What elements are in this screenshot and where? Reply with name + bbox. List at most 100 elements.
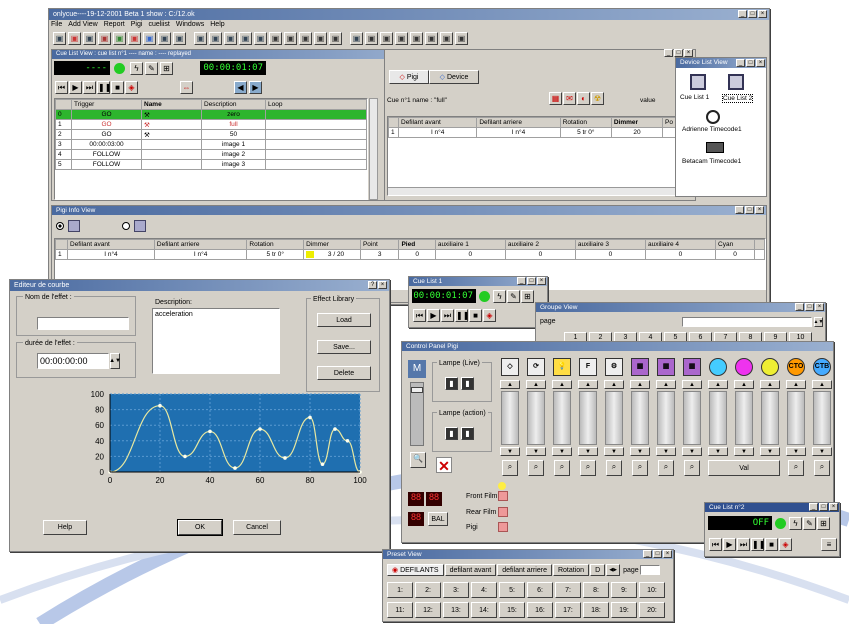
- options-icon[interactable]: ≡: [821, 538, 837, 551]
- grid-icon[interactable]: ▣: [158, 32, 171, 45]
- table-row[interactable]: 1 GO ⚒ full: [55, 119, 367, 130]
- preset-button[interactable]: 19:: [611, 602, 637, 618]
- rewind-icon[interactable]: ⏮: [55, 81, 68, 94]
- rewind-icon[interactable]: ⏮: [709, 538, 722, 551]
- fader-zoom-icon[interactable]: ⌕: [658, 460, 674, 476]
- fader-up-button[interactable]: ▲: [552, 380, 572, 389]
- preset-button[interactable]: 7:: [555, 582, 581, 598]
- preset-button[interactable]: 5:: [499, 582, 525, 598]
- col-header[interactable]: Point: [359, 239, 400, 250]
- cancel-button[interactable]: Cancel: [233, 520, 281, 535]
- lamp-off-icon[interactable]: ▮: [461, 427, 474, 440]
- tree-icon[interactable]: ▣: [113, 32, 126, 45]
- preset-page-input[interactable]: [639, 565, 660, 575]
- groupe-controls[interactable]: _ □ ×: [795, 303, 824, 311]
- table-cell[interactable]: 0: [434, 249, 506, 260]
- save-button[interactable]: Save...: [317, 340, 371, 354]
- chart-icon[interactable]: ▣: [143, 32, 156, 45]
- magenta-icon[interactable]: [735, 358, 753, 376]
- tab-defilant-avant[interactable]: defilant avant: [444, 564, 497, 576]
- fader-up-button[interactable]: ▲: [786, 380, 806, 389]
- saveas-icon[interactable]: ▣: [98, 32, 111, 45]
- pigiinfo-window-controls[interactable]: _ □ ×: [735, 206, 764, 214]
- tools-icon[interactable]: ✎: [507, 290, 520, 303]
- col-header[interactable]: auxiliaire 3: [574, 239, 646, 250]
- play-icon[interactable]: ▶: [427, 309, 440, 322]
- fader-up-button[interactable]: ▲: [682, 380, 702, 389]
- fader-track[interactable]: [605, 391, 623, 445]
- col-header[interactable]: Description: [201, 99, 266, 110]
- tool1-icon[interactable]: ▣: [365, 32, 378, 45]
- fader-zoom-icon[interactable]: ⌕: [684, 460, 700, 476]
- fader-zoom-icon[interactable]: ⌕: [502, 460, 518, 476]
- delete-button[interactable]: Delete: [317, 366, 371, 380]
- pause-icon[interactable]: ❚❚: [97, 81, 111, 94]
- fader-down-button[interactable]: ▼: [812, 447, 832, 456]
- fader-down-button[interactable]: ▼: [526, 447, 546, 456]
- table-row[interactable]: 3 00:00:03:00 image 1: [55, 139, 367, 150]
- duree-input[interactable]: 00:00:00:00: [37, 353, 109, 369]
- envelope-icon[interactable]: ✉: [563, 92, 576, 105]
- table-row[interactable]: 5 FOLLOW image 3: [55, 159, 367, 170]
- val-button[interactable]: Val: [708, 460, 780, 476]
- tab-scroll[interactable]: ◀▶: [606, 564, 621, 576]
- cue-icon[interactable]: ▣: [173, 32, 186, 45]
- fader-down-button[interactable]: ▼: [578, 447, 598, 456]
- fader-up-button[interactable]: ▲: [812, 380, 832, 389]
- load-button[interactable]: Load: [317, 313, 371, 327]
- menu-cuelist[interactable]: cueliist: [148, 21, 169, 28]
- next-page-icon[interactable]: ▶: [249, 81, 262, 94]
- fader-up-button[interactable]: ▲: [656, 380, 676, 389]
- table-cell[interactable]: I n°4: [153, 249, 248, 260]
- table-row[interactable]: 4 FOLLOW image 2: [55, 149, 367, 160]
- menu-windows[interactable]: Windows: [176, 21, 204, 28]
- fader-track[interactable]: [579, 391, 597, 445]
- shutter-icon[interactable]: ◇: [501, 358, 519, 376]
- fader-track[interactable]: [787, 391, 805, 445]
- device-item[interactable]: Cue List 2: [722, 94, 754, 103]
- menu-report[interactable]: Report: [104, 21, 125, 28]
- menu-pigi[interactable]: Pigi: [131, 21, 143, 28]
- fader-down-button[interactable]: ▼: [682, 447, 702, 456]
- table-cell[interactable]: 3 / 20: [303, 249, 361, 260]
- col-header[interactable]: Trigger: [71, 99, 142, 110]
- col-header[interactable]: auxiliaire 1: [434, 239, 506, 250]
- next-icon[interactable]: ⏭: [83, 81, 96, 94]
- tool5-icon[interactable]: ▣: [425, 32, 438, 45]
- fader-up-button[interactable]: ▲: [500, 380, 520, 389]
- editeur-window-controls[interactable]: ? ×: [368, 281, 387, 289]
- table-row[interactable]: 0 GO ⚒ zero: [55, 109, 367, 120]
- view2-icon[interactable]: ▣: [209, 32, 222, 45]
- lamp-off-icon[interactable]: ▮: [461, 377, 474, 390]
- table-cell[interactable]: I n°4: [67, 249, 155, 260]
- table-cell[interactable]: 0: [574, 249, 646, 260]
- view1-icon[interactable]: ▣: [194, 32, 207, 45]
- fader-zoom-icon[interactable]: ⌕: [528, 460, 544, 476]
- fader-track[interactable]: [683, 391, 701, 445]
- table-cell[interactable]: 0: [715, 249, 756, 260]
- pause-icon[interactable]: ❚❚: [455, 309, 469, 322]
- cuelist2-device-icon[interactable]: [728, 74, 744, 90]
- table-row[interactable]: 1I n°4 I n°4 5 tr 0° 20: [388, 127, 676, 138]
- fader-up-button[interactable]: ▲: [734, 380, 754, 389]
- layout5-icon[interactable]: ▣: [314, 32, 327, 45]
- front-film-toggle[interactable]: [498, 491, 508, 501]
- pigi-hscrollbar[interactable]: [388, 187, 676, 195]
- menu-addview[interactable]: Add View: [68, 21, 97, 28]
- groupe-page-input[interactable]: [682, 317, 812, 327]
- stop-icon[interactable]: ■: [765, 538, 778, 551]
- bulb-icon[interactable]: 💡: [553, 358, 571, 376]
- list-icon[interactable]: ▣: [350, 32, 363, 45]
- record-icon[interactable]: ◈: [125, 81, 138, 94]
- fader-track[interactable]: [631, 391, 649, 445]
- fader-down-button[interactable]: ▼: [656, 447, 676, 456]
- fader-down-button[interactable]: ▼: [604, 447, 624, 456]
- cyan-icon[interactable]: [709, 358, 727, 376]
- fader-down-button[interactable]: ▼: [760, 447, 780, 456]
- preset-button[interactable]: 14:: [471, 602, 497, 618]
- desc-textarea[interactable]: acceleration: [152, 308, 280, 374]
- tools-icon[interactable]: ✎: [803, 517, 816, 530]
- prism-icon[interactable]: ⚙: [605, 358, 623, 376]
- lightning-icon[interactable]: ϟ: [493, 290, 506, 303]
- radiation-icon[interactable]: ☢: [591, 92, 604, 105]
